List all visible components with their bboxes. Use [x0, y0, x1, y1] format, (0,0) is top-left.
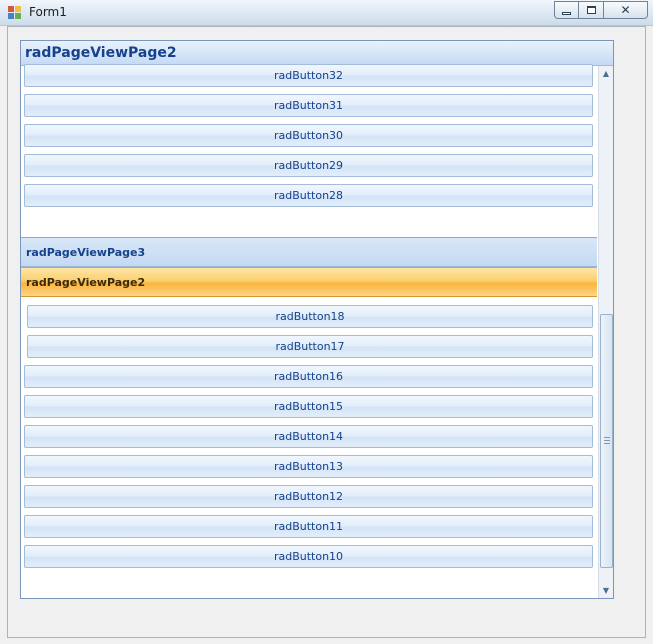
- window-controls: ✕: [554, 1, 648, 19]
- scroll-up-arrow-icon[interactable]: ▲: [599, 66, 613, 81]
- scrollbar-thumb[interactable]: [600, 314, 613, 568]
- group-item-page2[interactable]: radPageViewPage2: [21, 267, 597, 297]
- rad-button-15[interactable]: radButton15: [24, 395, 593, 418]
- page-header: radPageViewPage2: [21, 41, 613, 66]
- rad-button-10[interactable]: radButton10: [24, 545, 593, 568]
- rad-button-12[interactable]: radButton12: [24, 485, 593, 508]
- minimize-button[interactable]: [554, 1, 579, 19]
- group-item-page3[interactable]: radPageViewPage3: [21, 237, 597, 267]
- rad-button-17[interactable]: radButton17: [27, 335, 593, 358]
- rad-button-32[interactable]: radButton32: [24, 64, 593, 87]
- maximize-icon: [586, 6, 596, 14]
- rad-button-16[interactable]: radButton16: [24, 365, 593, 388]
- page-content: radButton32 radButton31 radButton30 radB…: [21, 64, 597, 598]
- close-icon: ✕: [620, 3, 631, 17]
- rad-button-28[interactable]: radButton28: [24, 184, 593, 207]
- window-title: Form1: [29, 5, 67, 19]
- vertical-scrollbar[interactable]: ▲ ▼: [598, 66, 613, 598]
- app-form-icon[interactable]: [8, 6, 22, 20]
- grip-icon: [604, 437, 610, 444]
- close-button[interactable]: ✕: [604, 1, 648, 19]
- rad-button-31[interactable]: radButton31: [24, 94, 593, 117]
- rad-button-30[interactable]: radButton30: [24, 124, 593, 147]
- title-bar[interactable]: Form1 ✕: [0, 0, 653, 26]
- rad-button-11[interactable]: radButton11: [24, 515, 593, 538]
- rad-button-14[interactable]: radButton14: [24, 425, 593, 448]
- group-item-label: radPageViewPage2: [26, 275, 146, 289]
- group-item-label: radPageViewPage3: [26, 245, 146, 259]
- minimize-icon: [562, 11, 571, 15]
- scroll-down-arrow-icon[interactable]: ▼: [599, 583, 613, 598]
- page-view: radPageViewPage2 radButton32 radButton31…: [20, 40, 614, 599]
- rad-button-13[interactable]: radButton13: [24, 455, 593, 478]
- rad-button-18[interactable]: radButton18: [27, 305, 593, 328]
- rad-button-29[interactable]: radButton29: [24, 154, 593, 177]
- maximize-button[interactable]: [579, 1, 604, 19]
- page-title: radPageViewPage2: [25, 45, 177, 61]
